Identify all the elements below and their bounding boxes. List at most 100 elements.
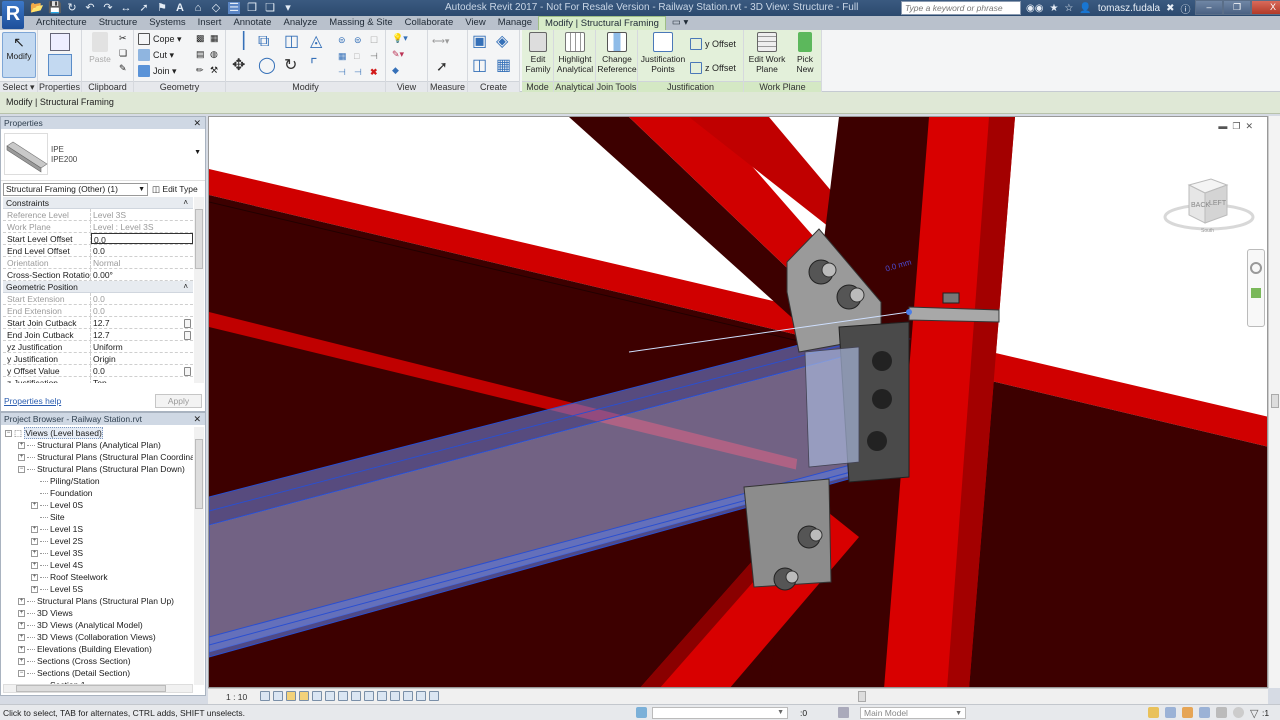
join-roof-icon[interactable]: ◍	[210, 49, 218, 60]
expand-icon[interactable]: +	[31, 574, 38, 582]
reveal-constraints-icon[interactable]	[429, 691, 439, 701]
expand-icon[interactable]: +	[18, 622, 25, 630]
temporary-hide-icon[interactable]	[364, 691, 374, 701]
customize-qat-icon[interactable]: ▾	[282, 2, 294, 14]
select-links-icon[interactable]	[1148, 707, 1159, 718]
tab-annotate[interactable]: Annotate	[227, 16, 277, 30]
tab-insert[interactable]: Insert	[192, 16, 228, 30]
collapse-icon[interactable]: −	[18, 466, 25, 474]
visual-style-icon[interactable]	[273, 691, 283, 701]
collapse-icon[interactable]: ˄	[183, 281, 188, 293]
browser-node[interactable]: +3D Views (Collaboration Views)	[3, 631, 193, 643]
browser-node[interactable]: +3D Views (Analytical Model)	[3, 619, 193, 631]
expand-icon[interactable]: +	[18, 658, 25, 666]
wall-joins-icon[interactable]: ▩	[196, 33, 205, 44]
viewcube[interactable]: BACK LEFT South	[1161, 175, 1257, 235]
zoom-icon[interactable]	[1251, 288, 1261, 298]
close-icon[interactable]: ✕	[193, 413, 201, 425]
browser-node[interactable]: + Level 5S	[3, 583, 193, 595]
tag-icon[interactable]: ⚑	[156, 2, 168, 14]
switch-windows-icon[interactable]: ❏	[264, 2, 276, 14]
expand-icon[interactable]: +	[18, 634, 25, 642]
background-process-icon[interactable]	[1233, 707, 1244, 718]
thin-lines-icon[interactable]: ☰	[228, 2, 240, 14]
tab-architecture[interactable]: Architecture	[30, 16, 93, 30]
trim-multiple-icon[interactable]: ⊣	[354, 67, 362, 78]
render-icon[interactable]	[312, 691, 322, 701]
browser-node[interactable]: − ⬚ Views (Level based)	[3, 427, 193, 439]
close-hidden-windows-icon[interactable]: ❐	[246, 2, 258, 14]
collapse-icon[interactable]: ˄	[183, 197, 188, 209]
property-value-field[interactable]: Top	[91, 377, 193, 383]
detail-level-icon[interactable]	[260, 691, 270, 701]
change-reference-button[interactable]: Change Reference	[596, 32, 638, 74]
viewport-horizontal-scrollbar[interactable]	[858, 691, 866, 702]
properties-header[interactable]: Properties ✕	[1, 117, 205, 129]
crop-view-icon[interactable]	[325, 691, 335, 701]
properties-help-link[interactable]: Properties help	[4, 396, 61, 406]
expand-icon[interactable]: +	[31, 502, 38, 510]
browser-scrollbar[interactable]	[194, 427, 204, 685]
project-browser-header[interactable]: Project Browser - Railway Station.rvt ✕	[1, 413, 205, 425]
trim-extend-icon[interactable]: ⌜	[310, 58, 318, 74]
measure-between-icon[interactable]: ⟷▾	[432, 36, 449, 47]
default-3d-view-icon[interactable]: ⌂	[192, 2, 204, 14]
align-icon[interactable]: ▕	[232, 34, 244, 50]
browser-node[interactable]: + Level 4S	[3, 559, 193, 571]
browser-node[interactable]: + Level 1S	[3, 523, 193, 535]
cut-geometry-button[interactable]: Cut ▾	[138, 49, 174, 61]
expand-icon[interactable]: +	[31, 538, 38, 546]
cut-clipboard-icon[interactable]: ✂	[119, 33, 127, 44]
tab-systems[interactable]: Systems	[143, 16, 191, 30]
edit-type-button[interactable]: ◫ Edit Type	[152, 184, 198, 195]
select-pinned-icon[interactable]	[1182, 707, 1193, 718]
tab-collaborate[interactable]: Collaborate	[399, 16, 460, 30]
create-assembly-icon[interactable]: ▣	[472, 34, 487, 50]
tab-structure[interactable]: Structure	[93, 16, 144, 30]
browser-node[interactable]: +3D Views	[3, 607, 193, 619]
minimize-view-icon[interactable]: ▬	[1218, 121, 1227, 132]
editing-requests[interactable]: :0	[800, 708, 807, 718]
select-panel-label[interactable]: Select ▾	[0, 81, 37, 92]
split-element-icon[interactable]: ⊜	[338, 35, 346, 46]
browser-node[interactable]: + Structural Plans (Structural Plan Up)	[3, 595, 193, 607]
move-icon[interactable]: ✥	[232, 58, 245, 74]
tab-manage[interactable]: Manage	[492, 16, 538, 30]
pick-new-button[interactable]: Pick New	[790, 32, 820, 74]
trim-single-icon[interactable]: ⊣	[338, 67, 346, 78]
match-type-icon[interactable]: ✎	[119, 63, 127, 74]
highlight-displacement-icon[interactable]	[416, 691, 426, 701]
expand-icon[interactable]: +	[31, 586, 38, 594]
analytical-model-icon[interactable]	[403, 691, 413, 701]
split-gap-icon[interactable]: ⊜	[354, 35, 362, 46]
measure-icon[interactable]: ↔	[120, 2, 132, 14]
browser-node[interactable]: + Level 3S	[3, 547, 193, 559]
scale-icon[interactable]: □	[354, 51, 359, 61]
beam-column-joins-icon[interactable]: ▤	[196, 49, 205, 60]
demolish-icon[interactable]: ⚒	[210, 65, 218, 76]
property-group-header[interactable]: Constraints ˄	[3, 197, 193, 209]
filter-icon[interactable]: ▽	[1250, 707, 1258, 720]
edit-family-button[interactable]: Edit Family	[522, 32, 554, 74]
tab-[interactable]: ▭ ▾	[666, 16, 694, 30]
section-icon[interactable]: ◇	[210, 2, 222, 14]
close-button[interactable]: X	[1251, 0, 1280, 15]
select-underlay-icon[interactable]	[1165, 707, 1176, 718]
rotate-icon[interactable]: ↻	[284, 58, 297, 74]
associate-parameter-button[interactable]	[184, 367, 191, 376]
property-value-field[interactable]: 0.00°	[91, 269, 193, 280]
modify-button[interactable]: ↖ Modify	[2, 32, 36, 78]
chevron-down-icon[interactable]: ▼	[194, 149, 201, 156]
select-by-face-icon[interactable]	[1199, 707, 1210, 718]
expand-icon[interactable]: +	[18, 610, 25, 618]
split-face-icon[interactable]: ▦	[210, 33, 219, 44]
redo-icon[interactable]: ↷	[102, 2, 114, 14]
browser-node[interactable]: + Structural Plans (Structural Plan Coord…	[3, 451, 193, 463]
expand-icon[interactable]: +	[31, 550, 38, 558]
view-scale[interactable]: 1 : 10	[226, 692, 247, 702]
browser-node[interactable]: + Sections (Cross Section)	[3, 655, 193, 667]
browser-node[interactable]: − Structural Plans (Structural Plan Down)	[3, 463, 193, 475]
expand-icon[interactable]: +	[18, 646, 25, 654]
open-icon[interactable]: 📂	[30, 2, 44, 14]
create-group-icon[interactable]: ◫	[472, 58, 487, 74]
